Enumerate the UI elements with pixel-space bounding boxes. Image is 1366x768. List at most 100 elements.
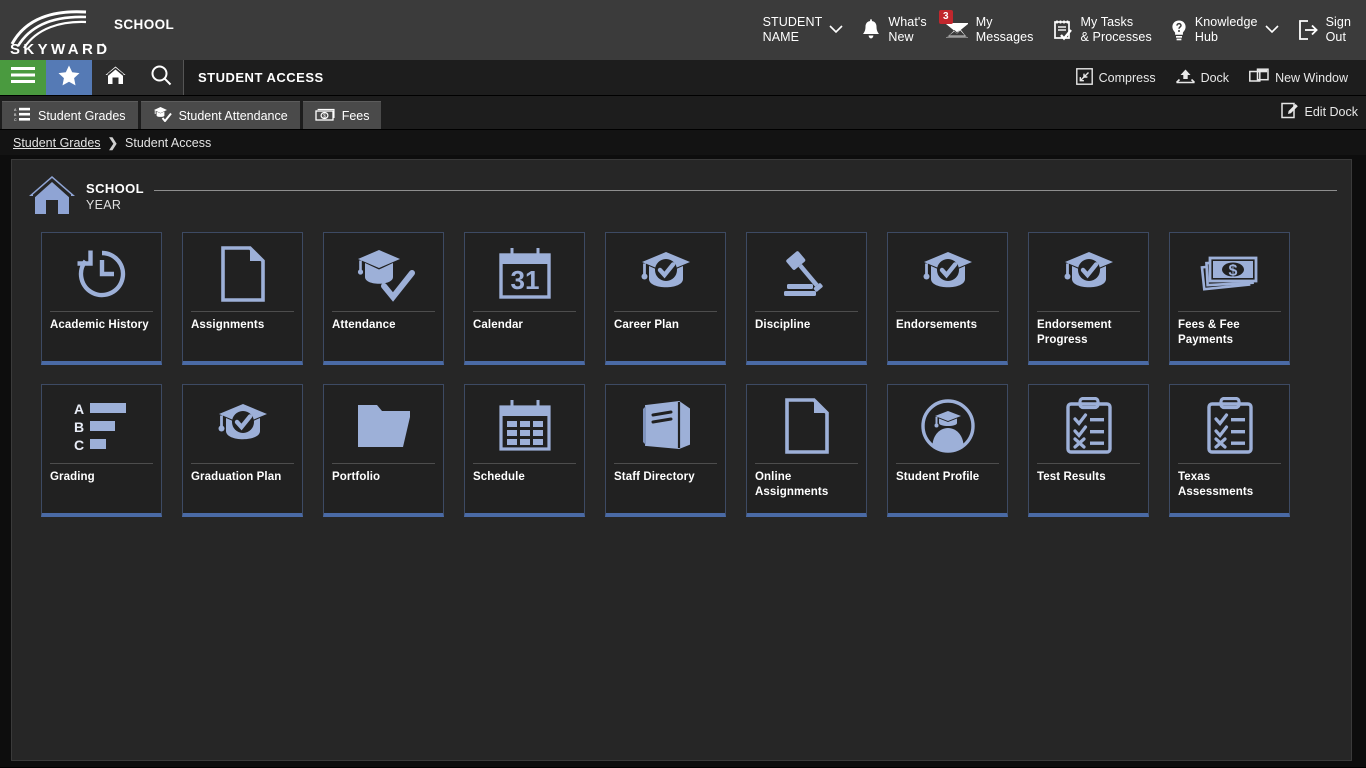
tile-label: Attendance: [332, 319, 396, 331]
star-icon: [58, 65, 80, 91]
school-name: SCHOOL: [86, 181, 145, 196]
tab-label: Student Grades: [38, 108, 126, 123]
tile-attendance[interactable]: Attendance: [323, 232, 444, 365]
document-icon: [747, 385, 866, 463]
knowledge-hub-menu[interactable]: Knowledge Hub: [1161, 0, 1288, 60]
compress-button[interactable]: Compress: [1066, 67, 1166, 88]
header-school-name: SCHOOL: [114, 16, 175, 32]
money-icon: $: [315, 107, 342, 125]
tile-texas-assessments[interactable]: Texas Assessments: [1169, 384, 1290, 517]
tile-student-profile[interactable]: Student Profile: [887, 384, 1008, 517]
school-year: YEAR: [86, 198, 122, 212]
new-window-button[interactable]: New Window: [1239, 67, 1358, 88]
breadcrumb-parent-link[interactable]: Student Grades: [13, 136, 101, 150]
tile-staff-directory[interactable]: Staff Directory: [605, 384, 726, 517]
grad-cap-check-icon: [888, 233, 1007, 311]
bell-icon: [861, 19, 881, 41]
money-stack-icon: $: [1170, 233, 1289, 311]
sign-out-button[interactable]: Sign Out: [1288, 0, 1360, 60]
home-button[interactable]: [92, 60, 138, 95]
my-messages-button[interactable]: 3 My Messages: [936, 0, 1043, 60]
breadcrumb: Student Grades ❯ Student Access: [0, 130, 1366, 155]
tab-fees[interactable]: $ Fees: [302, 101, 382, 129]
main-navbar: STUDENT ACCESS Compress Dock New Window: [0, 60, 1366, 96]
house-icon: [28, 174, 76, 221]
student-name-menu[interactable]: STUDENT NAME: [754, 0, 853, 60]
tile-label: Portfolio: [332, 471, 381, 483]
tile-label: Endorsements: [896, 319, 978, 331]
sign-out-icon: [1297, 19, 1319, 41]
tile-label: Graduation Plan: [191, 471, 282, 483]
dock-icon: [1175, 68, 1201, 88]
tile-label: Schedule: [473, 471, 525, 483]
tile-assignments[interactable]: Assignments: [182, 232, 303, 365]
tile-graduation-plan[interactable]: Graduation Plan: [182, 384, 303, 517]
svg-text:C: C: [14, 118, 17, 122]
tile-grading[interactable]: ABC Grading: [41, 384, 162, 517]
tile-career-plan[interactable]: Career Plan: [605, 232, 726, 365]
dock-tabbar: ABC Student Grades Student Attendance $ …: [0, 96, 1366, 130]
tab-label: Fees: [341, 108, 370, 123]
tile-test-results[interactable]: Test Results: [1028, 384, 1149, 517]
lightbulb-question-icon: [1170, 19, 1188, 42]
grad-cap-check-icon: [1029, 233, 1148, 311]
tile-portfolio[interactable]: Portfolio: [323, 384, 444, 517]
svg-text:SKYWARD: SKYWARD: [10, 41, 108, 56]
tile-label: Student Profile: [896, 471, 980, 483]
tile-label: Online Assignments: [755, 471, 829, 498]
gavel-icon: [747, 233, 866, 311]
student-name-label: STUDENT NAME: [762, 15, 823, 44]
tab-student-grades[interactable]: ABC Student Grades: [2, 101, 138, 129]
tile-label: Test Results: [1037, 471, 1106, 483]
dock-label: Dock: [1200, 70, 1230, 85]
clipboard-check-icon: [1170, 385, 1289, 463]
school-header: SCHOOL YEAR: [12, 174, 1351, 220]
skyward-logo[interactable]: SKYWARD SCHOOL: [0, 0, 185, 60]
grad-cap-check-icon: [606, 233, 725, 311]
student-avatar-icon: [888, 385, 1007, 463]
svg-text:A: A: [14, 108, 17, 112]
whats-new-label: What's New: [888, 15, 927, 44]
tile-endorsement-progress[interactable]: Endorsement Progress: [1028, 232, 1149, 365]
tile-label: Fees & Fee Payments: [1178, 319, 1240, 346]
school-header-text: SCHOOL YEAR: [86, 181, 144, 213]
dock-button[interactable]: Dock: [1166, 68, 1239, 88]
tile-label: Academic History: [50, 319, 149, 331]
my-tasks-button[interactable]: My Tasks & Processes: [1043, 0, 1161, 60]
tile-discipline[interactable]: Discipline: [746, 232, 867, 365]
tile-schedule[interactable]: Schedule: [464, 384, 585, 517]
svg-text:$: $: [323, 113, 326, 119]
tile-label: Staff Directory: [614, 471, 695, 483]
history-clock-icon: [42, 233, 161, 311]
my-messages-label: My Messages: [975, 15, 1034, 44]
clipboard-check-icon: [1029, 385, 1148, 463]
favorites-button[interactable]: [46, 60, 92, 95]
tile-endorsements[interactable]: Endorsements: [887, 232, 1008, 365]
svg-text:B: B: [74, 419, 84, 435]
header-divider: [154, 189, 1337, 191]
app-header: SKYWARD SCHOOL STUDENT NAME What's New 3…: [0, 0, 1366, 60]
breadcrumb-separator-icon: ❯: [107, 136, 119, 150]
grade-bars-icon: ABC: [42, 385, 161, 463]
tasks-icon: [1052, 19, 1074, 41]
tile-online-assignments[interactable]: Online Assignments: [746, 384, 867, 517]
tile-academic-history[interactable]: Academic History: [41, 232, 162, 365]
header-actions: STUDENT NAME What's New 3 My Messages My…: [754, 0, 1366, 60]
page-title: STUDENT ACCESS: [198, 70, 324, 85]
whats-new-button[interactable]: What's New: [852, 0, 935, 60]
menu-button[interactable]: [0, 60, 46, 95]
book-icon: [606, 385, 725, 463]
student-access-panel: SCHOOL YEAR Academic History Assignments…: [11, 159, 1352, 761]
calendar-grid-icon: [465, 385, 584, 463]
search-icon: [150, 64, 172, 91]
tab-student-attendance[interactable]: Student Attendance: [140, 101, 300, 129]
tile-label: Endorsement Progress: [1037, 319, 1112, 346]
tile-label: Grading: [50, 471, 95, 483]
tile-fees-fee-payments[interactable]: $ Fees & Fee Payments: [1169, 232, 1290, 365]
tile-calendar[interactable]: 31 Calendar: [464, 232, 585, 365]
sign-out-label: Sign Out: [1325, 15, 1351, 44]
tile-label: Texas Assessments: [1178, 471, 1254, 498]
edit-dock-button[interactable]: Edit Dock: [1280, 102, 1358, 122]
tabbar-right: Edit Dock: [1280, 95, 1366, 129]
search-button[interactable]: [138, 60, 184, 95]
